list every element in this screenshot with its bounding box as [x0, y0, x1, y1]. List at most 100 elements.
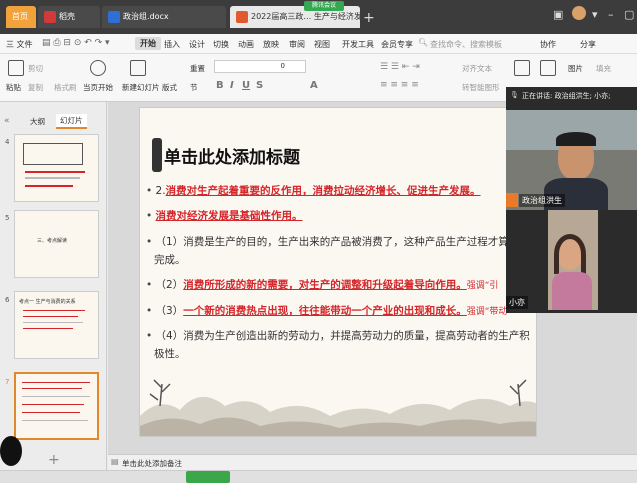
- minimize-icon[interactable]: –: [608, 8, 614, 21]
- font-size-select[interactable]: 0: [214, 60, 306, 73]
- thumb-line: [23, 322, 83, 323]
- new-tab-icon[interactable]: +: [363, 10, 375, 26]
- collaborate-button[interactable]: 协作: [540, 39, 556, 50]
- slide-thumbnail-6[interactable]: 考点一 生产与消费的关系: [14, 291, 99, 359]
- participant1-name: 政治组洪生: [519, 194, 565, 207]
- slide-canvas[interactable]: 单击此处添加标题 • 2.消费对生产起着重要的反作用，消费拉动经济增长、促进生产…: [139, 107, 537, 437]
- paragraph-text: 消费是生产的目的，生产出来的产品被消费了，这种产品生产过程才算: [183, 236, 509, 248]
- format-painter-button[interactable]: 格式刷: [54, 82, 77, 93]
- textbox-icon[interactable]: [514, 60, 530, 76]
- smart-art-button[interactable]: 转智能图形: [462, 82, 500, 93]
- thumb-line: [23, 316, 78, 317]
- menu-design[interactable]: 设计: [189, 39, 205, 50]
- menu-member[interactable]: 会员专享: [381, 39, 413, 50]
- new-slide-icon[interactable]: [130, 60, 146, 76]
- collapse-panel-icon[interactable]: «: [4, 116, 10, 126]
- menu-insert[interactable]: 插入: [164, 39, 180, 50]
- host-badge-icon: [506, 193, 518, 207]
- slide-paragraph: • （3）一个新的消费热点出现，往往能带动一个产业的出现和成长。强调“带动: [146, 305, 508, 317]
- reset-button[interactable]: 重置: [190, 63, 205, 74]
- font-color-icon[interactable]: A: [310, 80, 318, 91]
- layout-button[interactable]: 版式: [162, 82, 177, 93]
- play-from-current-button[interactable]: 当页开始: [83, 82, 113, 93]
- paragraph-continuation: 完成。: [154, 254, 186, 266]
- copy-button[interactable]: 复制: [28, 82, 43, 93]
- paste-button[interactable]: 粘贴: [6, 82, 21, 93]
- floating-handle[interactable]: [0, 436, 22, 466]
- emphasis-note: 强调“引: [466, 281, 499, 291]
- mic-icon: 🎙︎: [510, 91, 519, 99]
- notes-icon: ▤: [111, 457, 119, 466]
- participant-shoulders: [552, 272, 592, 310]
- menu-view[interactable]: 视图: [314, 39, 330, 50]
- share-button[interactable]: 分享: [580, 39, 596, 50]
- tab-home[interactable]: 首页: [6, 6, 36, 28]
- notes-bar: [108, 454, 637, 470]
- command-search[interactable]: 查找命令、搜索模板: [430, 39, 502, 50]
- fill-button[interactable]: 填充: [596, 63, 611, 74]
- meeting-badge[interactable]: 腾讯会议: [304, 1, 344, 11]
- thumb-line: [22, 388, 82, 389]
- menu-transition[interactable]: 切换: [213, 39, 229, 50]
- slide-title[interactable]: 单击此处添加标题: [164, 143, 300, 168]
- menu-review[interactable]: 审阅: [289, 39, 305, 50]
- quick-access-icons[interactable]: ▤ ⎙ ⊟ ⊙ ↶ ↷ ▾: [42, 38, 110, 48]
- play-icon[interactable]: [90, 60, 106, 76]
- thumb-text: 三、考点解读: [37, 238, 68, 244]
- tab-docer[interactable]: 稻壳: [38, 6, 100, 28]
- thumb-line: [22, 420, 88, 421]
- picture-button[interactable]: 图片: [568, 63, 583, 74]
- notes-placeholder[interactable]: 单击此处添加备注: [122, 458, 182, 469]
- bold-icon[interactable]: B: [216, 80, 224, 91]
- menu-developer[interactable]: 开发工具: [342, 39, 374, 50]
- cut-button[interactable]: 剪切: [28, 63, 43, 74]
- slide-thumbnail-4[interactable]: [14, 134, 99, 202]
- picture-icon[interactable]: [540, 60, 556, 76]
- italic-icon[interactable]: I: [230, 80, 234, 91]
- section-button[interactable]: 节: [190, 82, 198, 93]
- slide-number: 4: [5, 138, 10, 146]
- layout-icon[interactable]: ▣: [553, 8, 563, 21]
- slide-thumbnail-7[interactable]: [14, 372, 99, 440]
- diagram-box: [23, 143, 83, 165]
- new-slide-button[interactable]: 新建幻灯片: [122, 82, 160, 93]
- menu-home[interactable]: 开始: [135, 37, 161, 50]
- video-tile-participant2[interactable]: [548, 210, 598, 310]
- strikethrough-icon[interactable]: S: [256, 80, 263, 91]
- paragraph-number: （1）: [155, 236, 184, 248]
- thumb-line: [23, 328, 73, 329]
- align-icons[interactable]: ≡ ≡ ≡ ≡: [380, 80, 419, 90]
- ppt-icon: [236, 10, 248, 23]
- menu-slideshow[interactable]: 放映: [263, 39, 279, 50]
- menu-animation[interactable]: 动画: [238, 39, 254, 50]
- slide-paragraph: • （2）消费所形成的新的需要，对生产的调整和升级起着导向作用。强调“引: [146, 279, 499, 291]
- thumb-line: [22, 396, 90, 397]
- search-icon[interactable]: 🔍︎: [418, 38, 428, 47]
- underline-icon[interactable]: U: [242, 80, 250, 91]
- paste-icon[interactable]: [8, 60, 24, 76]
- add-slide-icon[interactable]: +: [48, 452, 60, 468]
- slide-number: 7: [5, 378, 10, 386]
- ink-mountain-decoration: [140, 379, 536, 436]
- thumb-text: 考点一 生产与消费的关系: [19, 299, 76, 305]
- paragraph-number: （4）: [155, 330, 184, 342]
- participant-hair: [556, 132, 596, 146]
- paragraph-text: 消费所形成的新的需要，对生产的调整和升级起着导向作用。: [183, 279, 467, 291]
- tab-outline[interactable]: 大纲: [30, 116, 45, 127]
- tab-slides[interactable]: 幻灯片: [56, 114, 87, 129]
- slide-number: 6: [5, 296, 10, 304]
- brush-stroke-decoration: [152, 138, 162, 172]
- menu-file[interactable]: 三 文件: [6, 39, 33, 50]
- slide-paragraph: • 2.消费对生产起着重要的反作用，消费拉动经济增长、促进生产发展。: [146, 185, 481, 197]
- slide-paragraph: • （4）消费为生产创造出新的劳动力，并提高劳动力的质量，提高劳动者的生产积: [146, 330, 530, 342]
- status-green-button[interactable]: [186, 471, 230, 483]
- list-icons[interactable]: ☰ ☰ ⇤ ⇥: [380, 62, 420, 72]
- thumb-line: [25, 171, 85, 173]
- paragraph-number: 2.: [155, 185, 166, 197]
- slide-thumbnail-5[interactable]: 三、考点解读: [14, 210, 99, 278]
- text-direction-button[interactable]: 对齐文本: [462, 63, 492, 74]
- maximize-icon[interactable]: ▢: [624, 8, 634, 21]
- tab-word-doc[interactable]: 政治组.docx: [102, 6, 226, 28]
- more-icon[interactable]: ▾: [592, 8, 598, 21]
- avatar[interactable]: [572, 6, 586, 20]
